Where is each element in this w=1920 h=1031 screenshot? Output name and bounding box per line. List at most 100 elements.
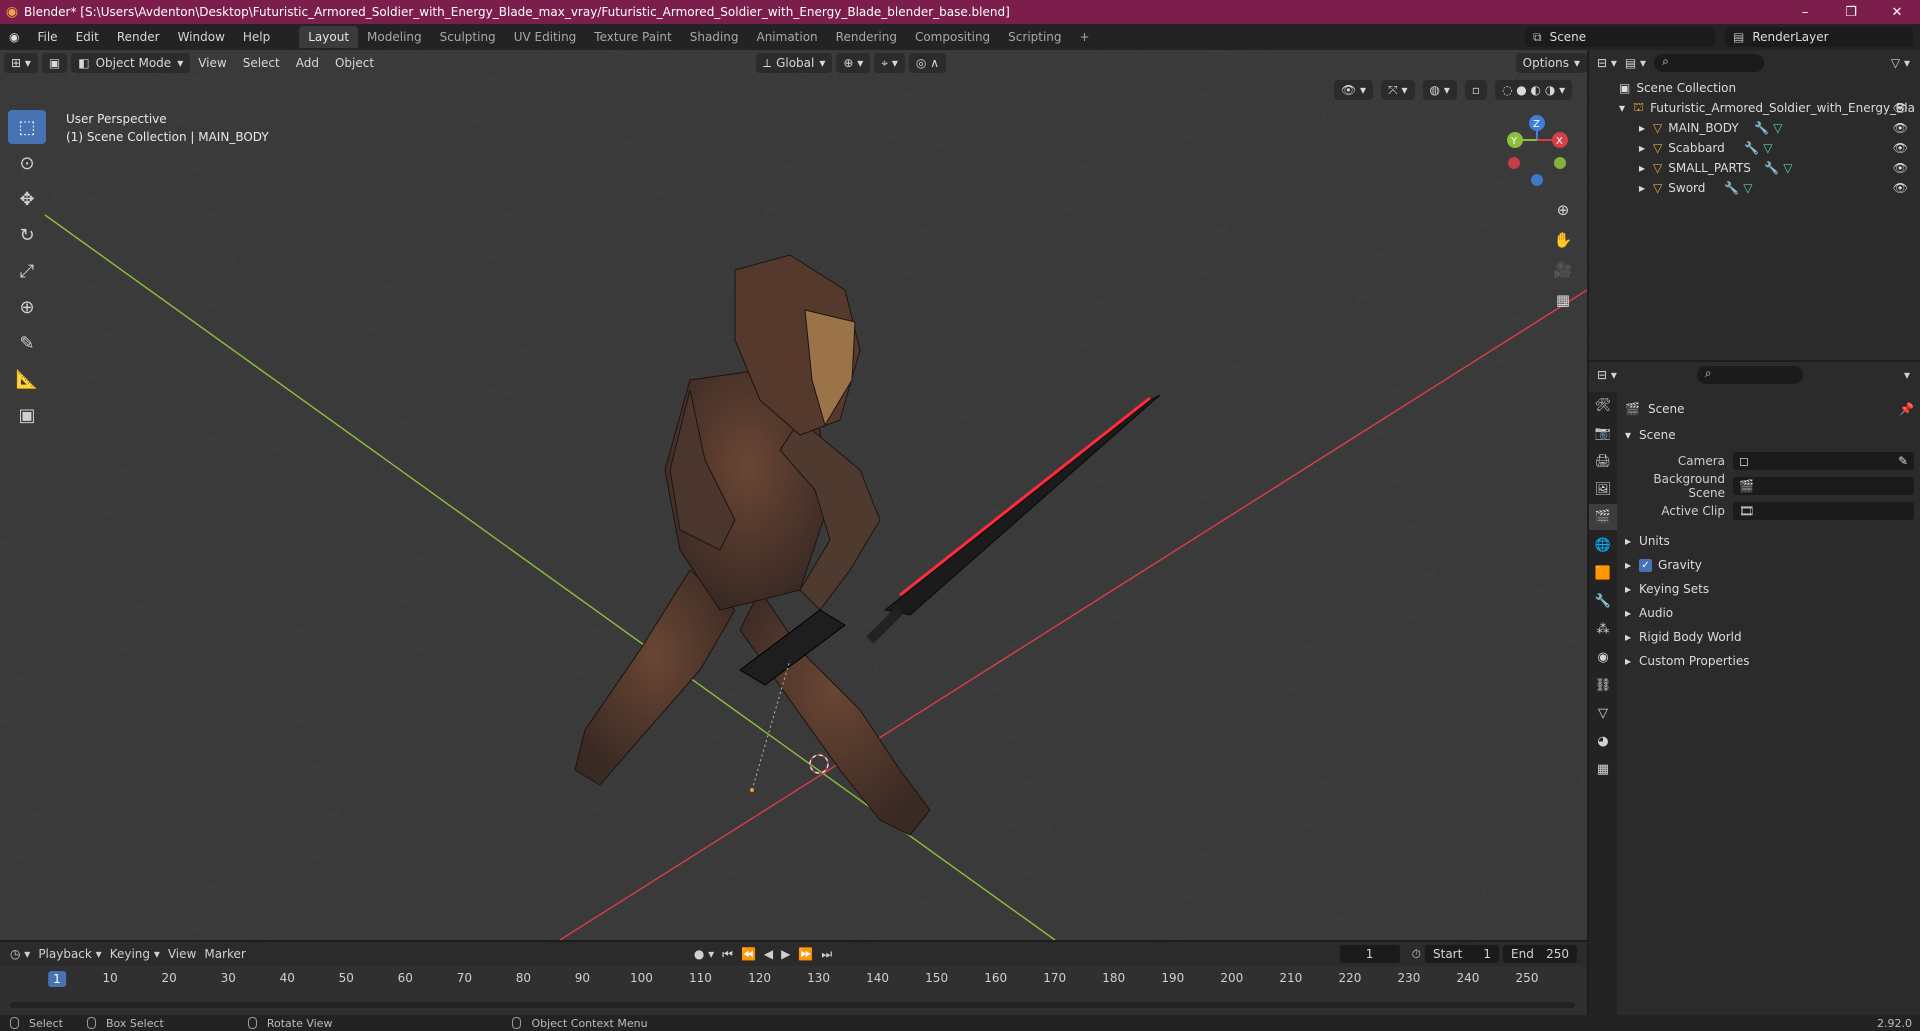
menu-file[interactable]: File <box>28 26 66 48</box>
render-tab-icon[interactable]: 📷 <box>1589 420 1617 446</box>
eye-icon[interactable]: 👁 <box>1893 121 1908 135</box>
jump-keyframe-forward-icon[interactable]: ⏩ <box>798 947 813 961</box>
measure-tool-icon[interactable]: 📐 <box>8 362 46 396</box>
overlays-toggle-icon[interactable]: ◍ ▾ <box>1422 80 1457 100</box>
3d-viewport[interactable]: Z X Y ⊞ ▾ ▣ ◧ Object Mode ▾ View Select … <box>0 50 1587 940</box>
zoom-icon[interactable]: ⊕ <box>1549 196 1577 224</box>
texture-tab-icon[interactable]: ▦ <box>1589 756 1617 782</box>
stopwatch-icon[interactable]: ⏱ <box>1412 947 1421 962</box>
background-scene-field[interactable]: 🎬 <box>1733 477 1914 495</box>
proportional-edit-button[interactable]: ◎ ∧ <box>908 53 946 73</box>
outliner-object-small-parts[interactable]: ▸ ▽ SMALL_PARTS 🔧 ▽ 👁 <box>1589 158 1920 178</box>
shading-modes-icon[interactable]: ◌ ● ◐ ◑ ▾ <box>1494 80 1573 100</box>
select-mode-button[interactable]: ▣ <box>41 53 68 73</box>
move-tool-icon[interactable]: ✥ <box>8 182 46 216</box>
add-cube-tool-icon[interactable]: ▣ <box>8 398 46 432</box>
filter-icon[interactable]: ▽ ▾ <box>1891 56 1910 70</box>
particles-tab-icon[interactable]: ⁂ <box>1589 616 1617 642</box>
snap-toggle-button[interactable]: ⌖ ▾ <box>874 53 905 73</box>
rotate-tool-icon[interactable]: ↻ <box>8 218 46 252</box>
outliner-scene-collection[interactable]: ▣ Scene Collection <box>1589 78 1920 98</box>
keying-sets-panel-header[interactable]: ▸ Keying Sets <box>1625 578 1914 600</box>
current-frame-field[interactable]: 1 <box>1339 945 1400 963</box>
annotate-tool-icon[interactable]: ✎ <box>8 326 46 360</box>
add-workspace-button[interactable]: + <box>1071 26 1099 48</box>
transform-orientation-dropdown[interactable]: ⟂ Global ▾ <box>756 53 833 73</box>
gizmo-toggle-icon[interactable]: ⤧ ▾ <box>1381 80 1415 100</box>
end-frame-field[interactable]: End 250 <box>1503 945 1577 963</box>
outliner-object-scabbard[interactable]: ▸ ▽ Scabbard 🔧 ▽ 👁 <box>1589 138 1920 158</box>
expand-arrow-icon[interactable]: ▸ <box>1639 141 1645 155</box>
custom-properties-panel-header[interactable]: ▸ Custom Properties <box>1625 650 1914 672</box>
play-reverse-icon[interactable]: ◀ <box>764 947 773 961</box>
visibility-icon[interactable]: 👁 ▾ <box>1334 80 1374 100</box>
timeline-menu-view[interactable]: View <box>168 947 196 961</box>
constraints-tab-icon[interactable]: ⛓ <box>1589 672 1617 698</box>
tab-shading[interactable]: Shading <box>681 26 748 48</box>
jump-keyframe-back-icon[interactable]: ⏪ <box>741 947 756 961</box>
camera-field[interactable]: ◻ ✎ <box>1733 452 1914 470</box>
outliner-object-sword[interactable]: ▸ ▽ Sword 🔧 ▽ 👁 <box>1589 178 1920 198</box>
tab-animation[interactable]: Animation <box>747 26 826 48</box>
tab-rendering[interactable]: Rendering <box>827 26 906 48</box>
outliner-search-input[interactable]: ⌕ <box>1654 54 1765 72</box>
outliner-editor-icon[interactable]: ⊟ ▾ <box>1597 56 1617 70</box>
gravity-checkbox[interactable]: ✓ <box>1639 558 1653 572</box>
tool-tab-icon[interactable]: 🛠 <box>1589 392 1617 418</box>
object-tab-icon[interactable]: 🟧 <box>1589 560 1617 586</box>
tab-sculpting[interactable]: Sculpting <box>431 26 505 48</box>
scene-panel-header[interactable]: ▾ Scene <box>1625 424 1914 446</box>
camera-view-icon[interactable]: 🎥 <box>1549 256 1577 284</box>
view-layer-tab-icon[interactable]: 🖼 <box>1589 476 1617 502</box>
units-panel-header[interactable]: ▸ Units <box>1625 530 1914 552</box>
xray-toggle-icon[interactable]: ▫ <box>1464 80 1487 100</box>
tab-modeling[interactable]: Modeling <box>358 26 431 48</box>
jump-end-icon[interactable]: ⏭ <box>821 947 832 962</box>
editor-type-button[interactable]: ⊞ ▾ <box>4 53 38 73</box>
timeline-editor-icon[interactable]: ◷ ▾ <box>10 947 30 961</box>
menu-render[interactable]: Render <box>108 26 169 48</box>
expand-arrow-icon[interactable]: ▸ <box>1639 181 1645 195</box>
timeline-menu-marker[interactable]: Marker <box>204 947 245 961</box>
viewport-canvas[interactable]: Z X Y <box>0 50 1587 940</box>
properties-search-input[interactable]: ⌕ <box>1696 366 1803 384</box>
scale-tool-icon[interactable]: ⤢ <box>8 254 46 288</box>
chevron-down-icon[interactable]: ▾ <box>1904 368 1910 382</box>
modifier-tab-icon[interactable]: 🔧 <box>1589 588 1617 614</box>
eye-icon[interactable]: 👁 <box>1893 161 1908 175</box>
timeline-menu-keying[interactable]: Keying ▾ <box>110 947 160 961</box>
eyedropper-icon[interactable]: ✎ <box>1898 454 1908 468</box>
display-mode-icon[interactable]: ▤ ▾ <box>1625 56 1646 70</box>
outliner-object-main-body[interactable]: ▸ ▽ MAIN_BODY 🔧 ▽ 👁 <box>1589 118 1920 138</box>
menu-edit[interactable]: Edit <box>67 26 108 48</box>
material-tab-icon[interactable]: ◕ <box>1589 728 1617 754</box>
select-box-tool-icon[interactable]: ⬚ <box>8 110 46 144</box>
perspective-grid-icon[interactable]: ▦ <box>1549 286 1577 314</box>
viewport-menu-object[interactable]: Object <box>327 56 382 70</box>
expand-arrow-icon[interactable]: ▸ <box>1639 121 1645 135</box>
audio-panel-header[interactable]: ▸ Audio <box>1625 602 1914 624</box>
world-tab-icon[interactable]: 🌐 <box>1589 532 1617 558</box>
viewport-menu-view[interactable]: View <box>190 56 234 70</box>
blender-menu-icon[interactable]: ◉ <box>0 26 28 48</box>
menu-window[interactable]: Window <box>169 26 234 48</box>
pan-hand-icon[interactable]: ✋ <box>1549 226 1577 254</box>
eye-icon[interactable]: 👁 <box>1893 101 1908 115</box>
viewport-menu-select[interactable]: Select <box>235 56 288 70</box>
scene-tab-icon[interactable]: 🎬 <box>1589 504 1617 530</box>
active-clip-field[interactable]: 🎞 <box>1733 502 1914 520</box>
gravity-panel-header[interactable]: ▸ ✓ Gravity <box>1625 554 1914 576</box>
expand-arrow-icon[interactable]: ▸ <box>1639 161 1645 175</box>
expand-arrow-icon[interactable]: ▾ <box>1619 101 1625 115</box>
rigid-body-world-panel-header[interactable]: ▸ Rigid Body World <box>1625 626 1914 648</box>
timeline-scrollbar[interactable] <box>10 1002 1575 1008</box>
view-layer-selector[interactable]: ▤ RenderLayer <box>1725 27 1913 47</box>
eye-icon[interactable]: 👁 <box>1893 141 1908 155</box>
pivot-point-button[interactable]: ⊕ ▾ <box>836 53 871 73</box>
tab-layout[interactable]: Layout <box>299 26 359 48</box>
object-mode-dropdown[interactable]: ◧ Object Mode ▾ <box>71 53 191 73</box>
viewport-menu-add[interactable]: Add <box>288 56 327 70</box>
minimize-button[interactable]: – <box>1782 0 1828 24</box>
eye-icon[interactable]: 👁 <box>1893 181 1908 195</box>
close-button[interactable]: ✕ <box>1874 0 1920 24</box>
